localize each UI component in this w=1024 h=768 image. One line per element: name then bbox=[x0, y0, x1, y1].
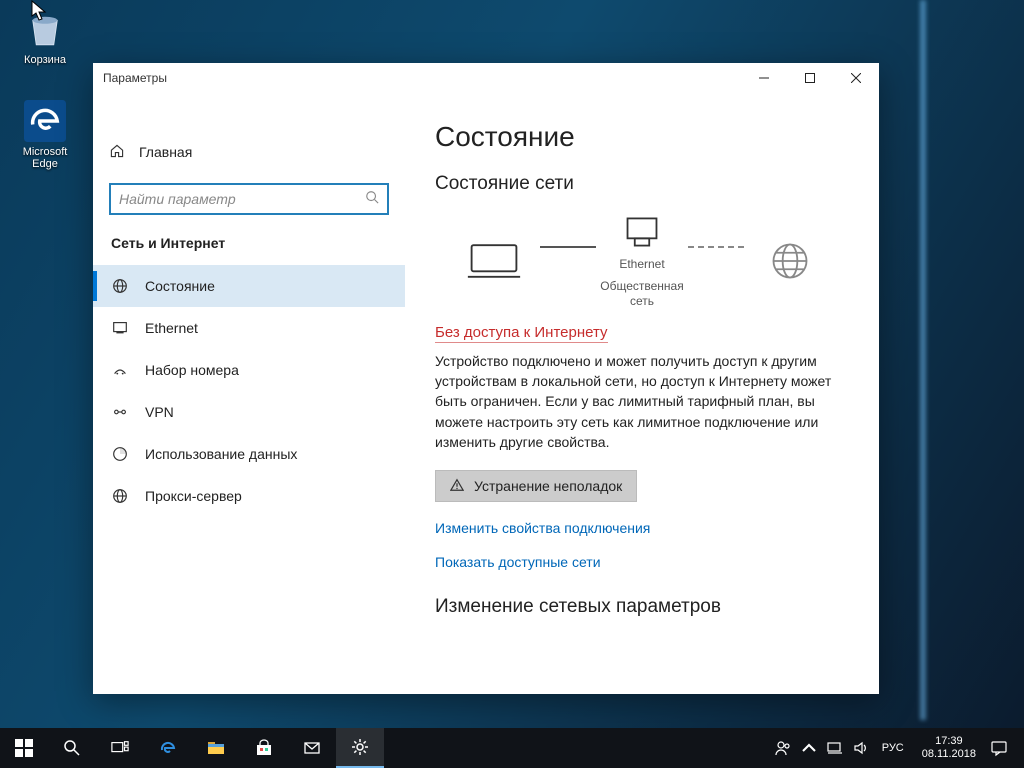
clock-time: 17:39 bbox=[922, 735, 976, 748]
diagram-node-pc bbox=[448, 241, 540, 281]
desktop-light-beam bbox=[920, 0, 926, 720]
window-title: Параметры bbox=[103, 71, 167, 85]
proxy-icon bbox=[111, 487, 129, 505]
desktop-icon-label: Корзина bbox=[10, 54, 80, 66]
sidebar-section-title: Сеть и Интернет bbox=[93, 235, 405, 265]
search-input[interactable] bbox=[119, 191, 365, 207]
content-pane: Состояние Состояние сети Ethernet Общест… bbox=[405, 93, 879, 694]
link-connection-properties[interactable]: Изменить свойства подключения bbox=[435, 520, 849, 536]
desktop-icon-label: Microsoft Edge bbox=[10, 146, 80, 170]
nav-label: Прокси-сервер bbox=[145, 488, 242, 504]
settings-window: Параметры Главная Сеть и Интернет bbox=[93, 63, 879, 694]
nav-label: VPN bbox=[145, 404, 174, 420]
nav-item-proxy[interactable]: Прокси-сервер bbox=[93, 475, 405, 517]
search-input-wrapper[interactable] bbox=[109, 183, 389, 215]
taskbar-settings[interactable] bbox=[336, 728, 384, 768]
status-body-text: Устройство подключено и может получить д… bbox=[435, 351, 849, 452]
home-link[interactable]: Главная bbox=[93, 133, 405, 171]
network-diagram: Ethernet Общественная сеть bbox=[435, 213, 849, 310]
diagram-label-bottom: Общественная сеть bbox=[596, 279, 688, 310]
vpn-icon bbox=[111, 403, 129, 421]
nav-item-vpn[interactable]: VPN bbox=[93, 391, 405, 433]
diagram-node-ethernet: Ethernet Общественная сеть bbox=[596, 213, 688, 310]
edge-icon bbox=[24, 100, 66, 142]
task-view-button[interactable] bbox=[96, 728, 144, 768]
minimize-button[interactable] bbox=[741, 63, 787, 93]
taskbar-edge[interactable] bbox=[144, 728, 192, 768]
taskbar-store[interactable] bbox=[240, 728, 288, 768]
clock-date: 08.11.2018 bbox=[922, 748, 976, 761]
start-button[interactable] bbox=[0, 728, 48, 768]
page-heading: Состояние bbox=[435, 121, 849, 153]
subheading: Состояние сети bbox=[435, 173, 849, 195]
nav-label: Состояние bbox=[145, 278, 215, 294]
tray-network-icon[interactable] bbox=[824, 728, 846, 768]
diagram-node-globe bbox=[744, 239, 836, 283]
troubleshoot-button[interactable]: Устранение неполадок bbox=[435, 470, 637, 502]
nav-label: Набор номера bbox=[145, 362, 239, 378]
status-icon bbox=[111, 277, 129, 295]
maximize-button[interactable] bbox=[787, 63, 833, 93]
nav-label: Ethernet bbox=[145, 320, 198, 336]
tray-action-center-icon[interactable] bbox=[988, 728, 1010, 768]
troubleshoot-label: Устранение неполадок bbox=[474, 478, 622, 494]
tray-volume-icon[interactable] bbox=[850, 728, 872, 768]
sidebar: Главная Сеть и Интернет Состояние Ethern… bbox=[93, 93, 405, 694]
tray-chevron-up-icon[interactable] bbox=[798, 728, 820, 768]
change-network-heading: Изменение сетевых параметров bbox=[435, 596, 849, 618]
nav-label: Использование данных bbox=[145, 446, 297, 462]
diagram-connector-wired bbox=[540, 246, 596, 248]
dialup-icon bbox=[111, 361, 129, 379]
data-usage-icon bbox=[111, 445, 129, 463]
search-icon bbox=[365, 190, 379, 209]
taskbar: РУС 17:39 08.11.2018 bbox=[0, 728, 1024, 768]
nav-item-ethernet[interactable]: Ethernet bbox=[93, 307, 405, 349]
cursor-icon bbox=[31, 0, 49, 22]
desktop-icon-edge[interactable]: Microsoft Edge bbox=[10, 100, 80, 170]
diagram-connector-dashed bbox=[688, 246, 744, 248]
warning-icon bbox=[450, 478, 464, 495]
tray-clock[interactable]: 17:39 08.11.2018 bbox=[914, 735, 984, 761]
ethernet-icon bbox=[111, 319, 129, 337]
titlebar[interactable]: Параметры bbox=[93, 63, 879, 93]
tray-language[interactable]: РУС bbox=[876, 742, 910, 754]
taskbar-explorer[interactable] bbox=[192, 728, 240, 768]
diagram-label-top: Ethernet bbox=[619, 257, 664, 273]
nav-item-dialup[interactable]: Набор номера bbox=[93, 349, 405, 391]
nav-item-status[interactable]: Состояние bbox=[93, 265, 405, 307]
home-label: Главная bbox=[139, 144, 192, 160]
taskbar-mail[interactable] bbox=[288, 728, 336, 768]
tray-people-icon[interactable] bbox=[772, 728, 794, 768]
search-button[interactable] bbox=[48, 728, 96, 768]
home-icon bbox=[109, 143, 125, 162]
status-error-title: Без доступа к Интернету bbox=[435, 324, 608, 343]
nav-item-data-usage[interactable]: Использование данных bbox=[93, 433, 405, 475]
close-button[interactable] bbox=[833, 63, 879, 93]
link-available-networks[interactable]: Показать доступные сети bbox=[435, 554, 849, 570]
